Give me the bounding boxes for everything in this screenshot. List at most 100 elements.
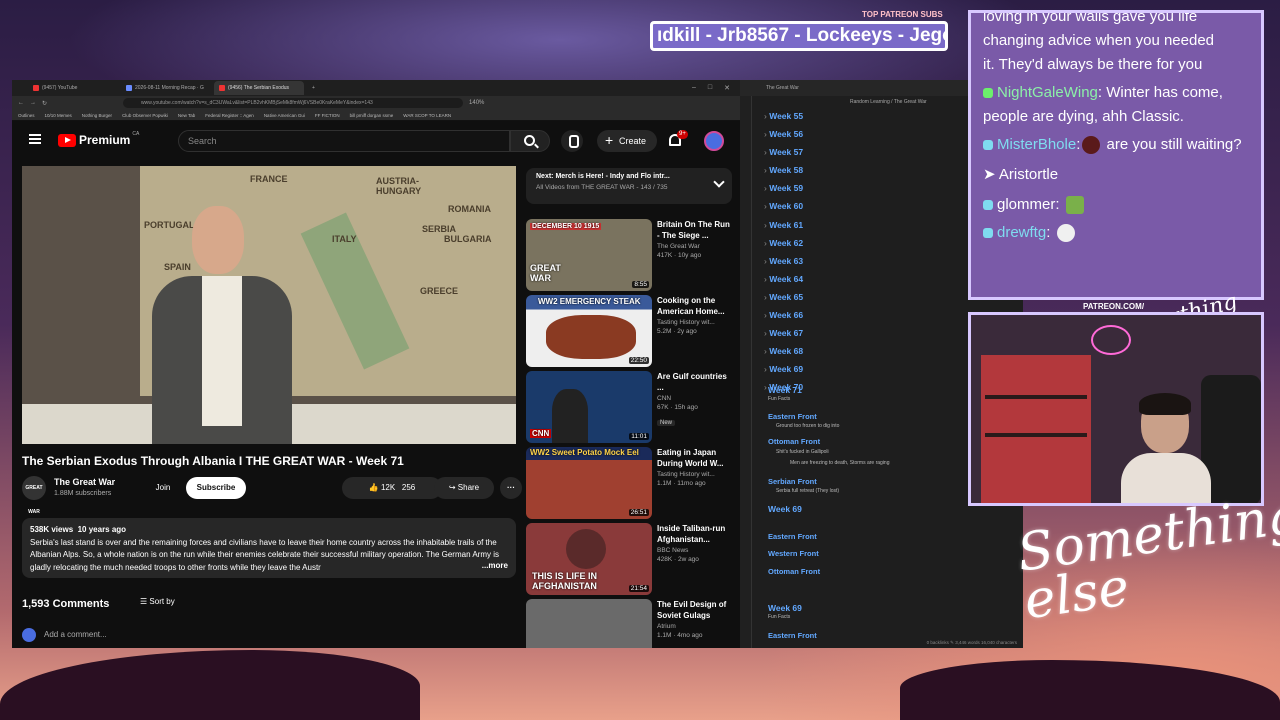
recommended-channel[interactable]: CNN — [657, 395, 733, 402]
chat-message-text: are you still waiting? — [1102, 136, 1242, 153]
recommended-title[interactable]: Inside Taliban-run Afghanistan... — [657, 523, 733, 545]
week-heading[interactable]: Week 69 — [768, 603, 802, 613]
front-heading: Ottoman Front — [768, 437, 821, 446]
like-icon[interactable]: 👍 — [369, 483, 379, 492]
show-more-link[interactable]: ...more — [477, 559, 508, 572]
video-thumbnail[interactable]: CNN 11:01 — [526, 371, 652, 443]
fun-facts-label: Fun Facts — [768, 396, 791, 402]
recommended-channel[interactable]: Atrium — [657, 623, 733, 630]
dislike-count[interactable]: 256 — [402, 483, 415, 492]
recommended-title[interactable]: Cooking on the American Home... — [657, 295, 733, 317]
bookmark[interactable]: Federal Register :: Agen — [205, 113, 254, 118]
browser-tab-bar: (9457) YouTube 2026-08-11 Morning Recap … — [12, 80, 740, 96]
bookmark[interactable]: Nothing Burger — [82, 113, 112, 118]
create-button[interactable]: Create — [597, 129, 657, 152]
video-thumbnail[interactable]: DECEMBER 10 1915 GREAT WAR 8:55 — [526, 219, 652, 291]
recommended-video[interactable]: The Evil Design of Soviet Gulags Atrium 1.… — [526, 599, 732, 648]
week-heading[interactable]: Week 65 — [764, 292, 803, 302]
recommended-channel[interactable]: Tasting History wit... — [657, 319, 733, 326]
bookmark[interactable]: bill pmiff dorgan ssme — [350, 113, 394, 118]
week-heading[interactable]: Week 59 — [764, 183, 803, 193]
reload-icon[interactable]: ↻ — [42, 100, 47, 107]
week-heading[interactable]: Week 57 — [764, 147, 803, 157]
week-heading[interactable]: Week 69 — [764, 364, 803, 374]
browser-tab[interactable]: (9457) YouTube — [28, 81, 118, 95]
maximize-icon[interactable]: □ — [708, 84, 712, 92]
youtube-logo[interactable]: Premium CA — [58, 131, 139, 147]
thumbnail-text: GREAT WAR — [530, 263, 561, 283]
week-heading[interactable]: Week 67 — [764, 328, 803, 338]
bookmark[interactable]: Outlines — [18, 113, 35, 118]
more-actions-icon[interactable]: ··· — [500, 477, 522, 499]
bookmark[interactable]: New Tab — [178, 113, 195, 118]
share-button[interactable]: ↪ Share — [434, 477, 494, 499]
week-heading[interactable]: Week 60 — [764, 201, 803, 211]
bookmark[interactable]: Native American Gui — [264, 113, 305, 118]
thumbnail-text: CNN — [530, 429, 552, 438]
playlist-next-panel[interactable]: Next: Merch is Here! - Indy and Flo intr… — [526, 168, 732, 204]
week-heading[interactable]: Week 64 — [764, 274, 803, 284]
sort-comments-button[interactable]: ☰ Sort by — [140, 597, 175, 606]
week-heading[interactable]: Week 62 — [764, 238, 803, 248]
forward-icon[interactable]: → — [30, 100, 36, 106]
recommended-video[interactable]: CNN 11:01 Are Gulf countries ... CNN 67K ·… — [526, 371, 732, 443]
like-dislike-buttons[interactable]: 👍 12K 256 — [342, 477, 442, 499]
user-avatar — [22, 628, 36, 642]
like-count: 12K — [380, 483, 396, 492]
recommended-video[interactable]: DECEMBER 10 1915 GREAT WAR 8:55 Britain … — [526, 219, 732, 291]
bookmark[interactable]: 10/10 Memes — [45, 113, 72, 118]
recommended-channel[interactable]: BBC News — [657, 547, 733, 554]
video-thumbnail[interactable]: WW2 EMERGENCY STEAK 22:50 — [526, 295, 652, 367]
channel-name[interactable]: The Great War — [54, 477, 115, 487]
bookmark[interactable]: Club Observer Popwiki — [122, 113, 168, 118]
week-heading[interactable]: Week 71 — [768, 385, 802, 395]
back-icon[interactable]: ← — [18, 100, 24, 106]
chat-message: MisterBhole: are you still waiting? — [983, 133, 1249, 157]
recommended-title[interactable]: The Evil Design of Soviet Gulags — [657, 599, 733, 621]
join-button[interactable]: Join — [148, 477, 178, 499]
video-thumbnail[interactable] — [526, 599, 652, 648]
recommended-video[interactable]: WW2 Sweet Potato Mock Eel 26:51 Eating i… — [526, 447, 732, 519]
week-heading[interactable]: Week 58 — [764, 165, 803, 175]
description-box[interactable]: 538K views 10 years ago Serbia's last st… — [22, 518, 516, 578]
browser-tab-active[interactable]: (9456) The Serbian Exodus — [214, 81, 304, 95]
search-button[interactable] — [510, 130, 550, 152]
voice-search-icon[interactable] — [561, 130, 583, 152]
recommended-meta: 428K · 2w ago — [657, 556, 699, 563]
search-input[interactable]: Search — [178, 130, 510, 152]
video-thumbnail[interactable]: WW2 Sweet Potato Mock Eel 26:51 — [526, 447, 652, 519]
video-thumbnail[interactable]: THIS IS LIFE IN AFGHANISTAN 21:54 — [526, 523, 652, 595]
youtube-header: PremiumCA Search Create 9+ — [12, 122, 740, 160]
week-heading[interactable]: Week 66 — [764, 310, 803, 320]
recommended-title[interactable]: Britain On The Run - The Siege ... — [657, 219, 733, 241]
bookmark[interactable]: FF FICTION — [315, 113, 340, 118]
recommended-channel[interactable]: The Great War — [657, 243, 733, 250]
week-heading[interactable]: Week 63 — [764, 256, 803, 266]
search-icon — [524, 135, 535, 146]
account-avatar[interactable] — [704, 131, 724, 151]
add-comment-field[interactable]: Add a comment... — [22, 628, 107, 642]
recommended-title[interactable]: Are Gulf countries ... — [657, 371, 733, 393]
hamburger-menu-icon[interactable] — [29, 134, 41, 144]
recommended-video[interactable]: WW2 EMERGENCY STEAK 22:50 Cooking on the… — [526, 295, 732, 367]
minimize-icon[interactable]: – — [692, 84, 696, 92]
recommended-title[interactable]: Eating in Japan During World W... — [657, 447, 733, 469]
week-heading[interactable]: Week 56 — [764, 129, 803, 139]
channel-avatar[interactable]: GREAT WAR — [22, 476, 46, 515]
browser-tab[interactable]: 2026-08-11 Morning Recap · G — [121, 81, 211, 95]
video-player[interactable]: FRANCE AUSTRIA-HUNGARY ROMANIA PORTUGAL … — [22, 166, 516, 444]
address-input[interactable]: www.youtube.com/watch?v=s_dC3UWaLv&list=… — [123, 98, 464, 108]
week-heading[interactable]: Week 61 — [764, 220, 803, 230]
recommended-video[interactable]: THIS IS LIFE IN AFGHANISTAN 21:54 Inside… — [526, 523, 732, 595]
week-heading[interactable]: Week 55 — [764, 111, 803, 121]
subscribe-button[interactable]: Subscribe — [186, 477, 246, 499]
close-window-icon[interactable]: ✕ — [724, 84, 730, 92]
front-heading: Eastern Front — [768, 412, 817, 421]
new-tab-button[interactable]: + — [307, 81, 321, 95]
week-heading[interactable]: Week 68 — [764, 346, 803, 356]
shelf-divider — [985, 395, 1087, 399]
recommended-channel[interactable]: Tasting History wit... — [657, 471, 733, 478]
thumbnail-text: WW2 EMERGENCY STEAK — [538, 297, 641, 306]
week-heading[interactable]: Week 69 — [768, 504, 802, 514]
bookmark[interactable]: WAR SCOP TO LEARN — [403, 113, 451, 118]
